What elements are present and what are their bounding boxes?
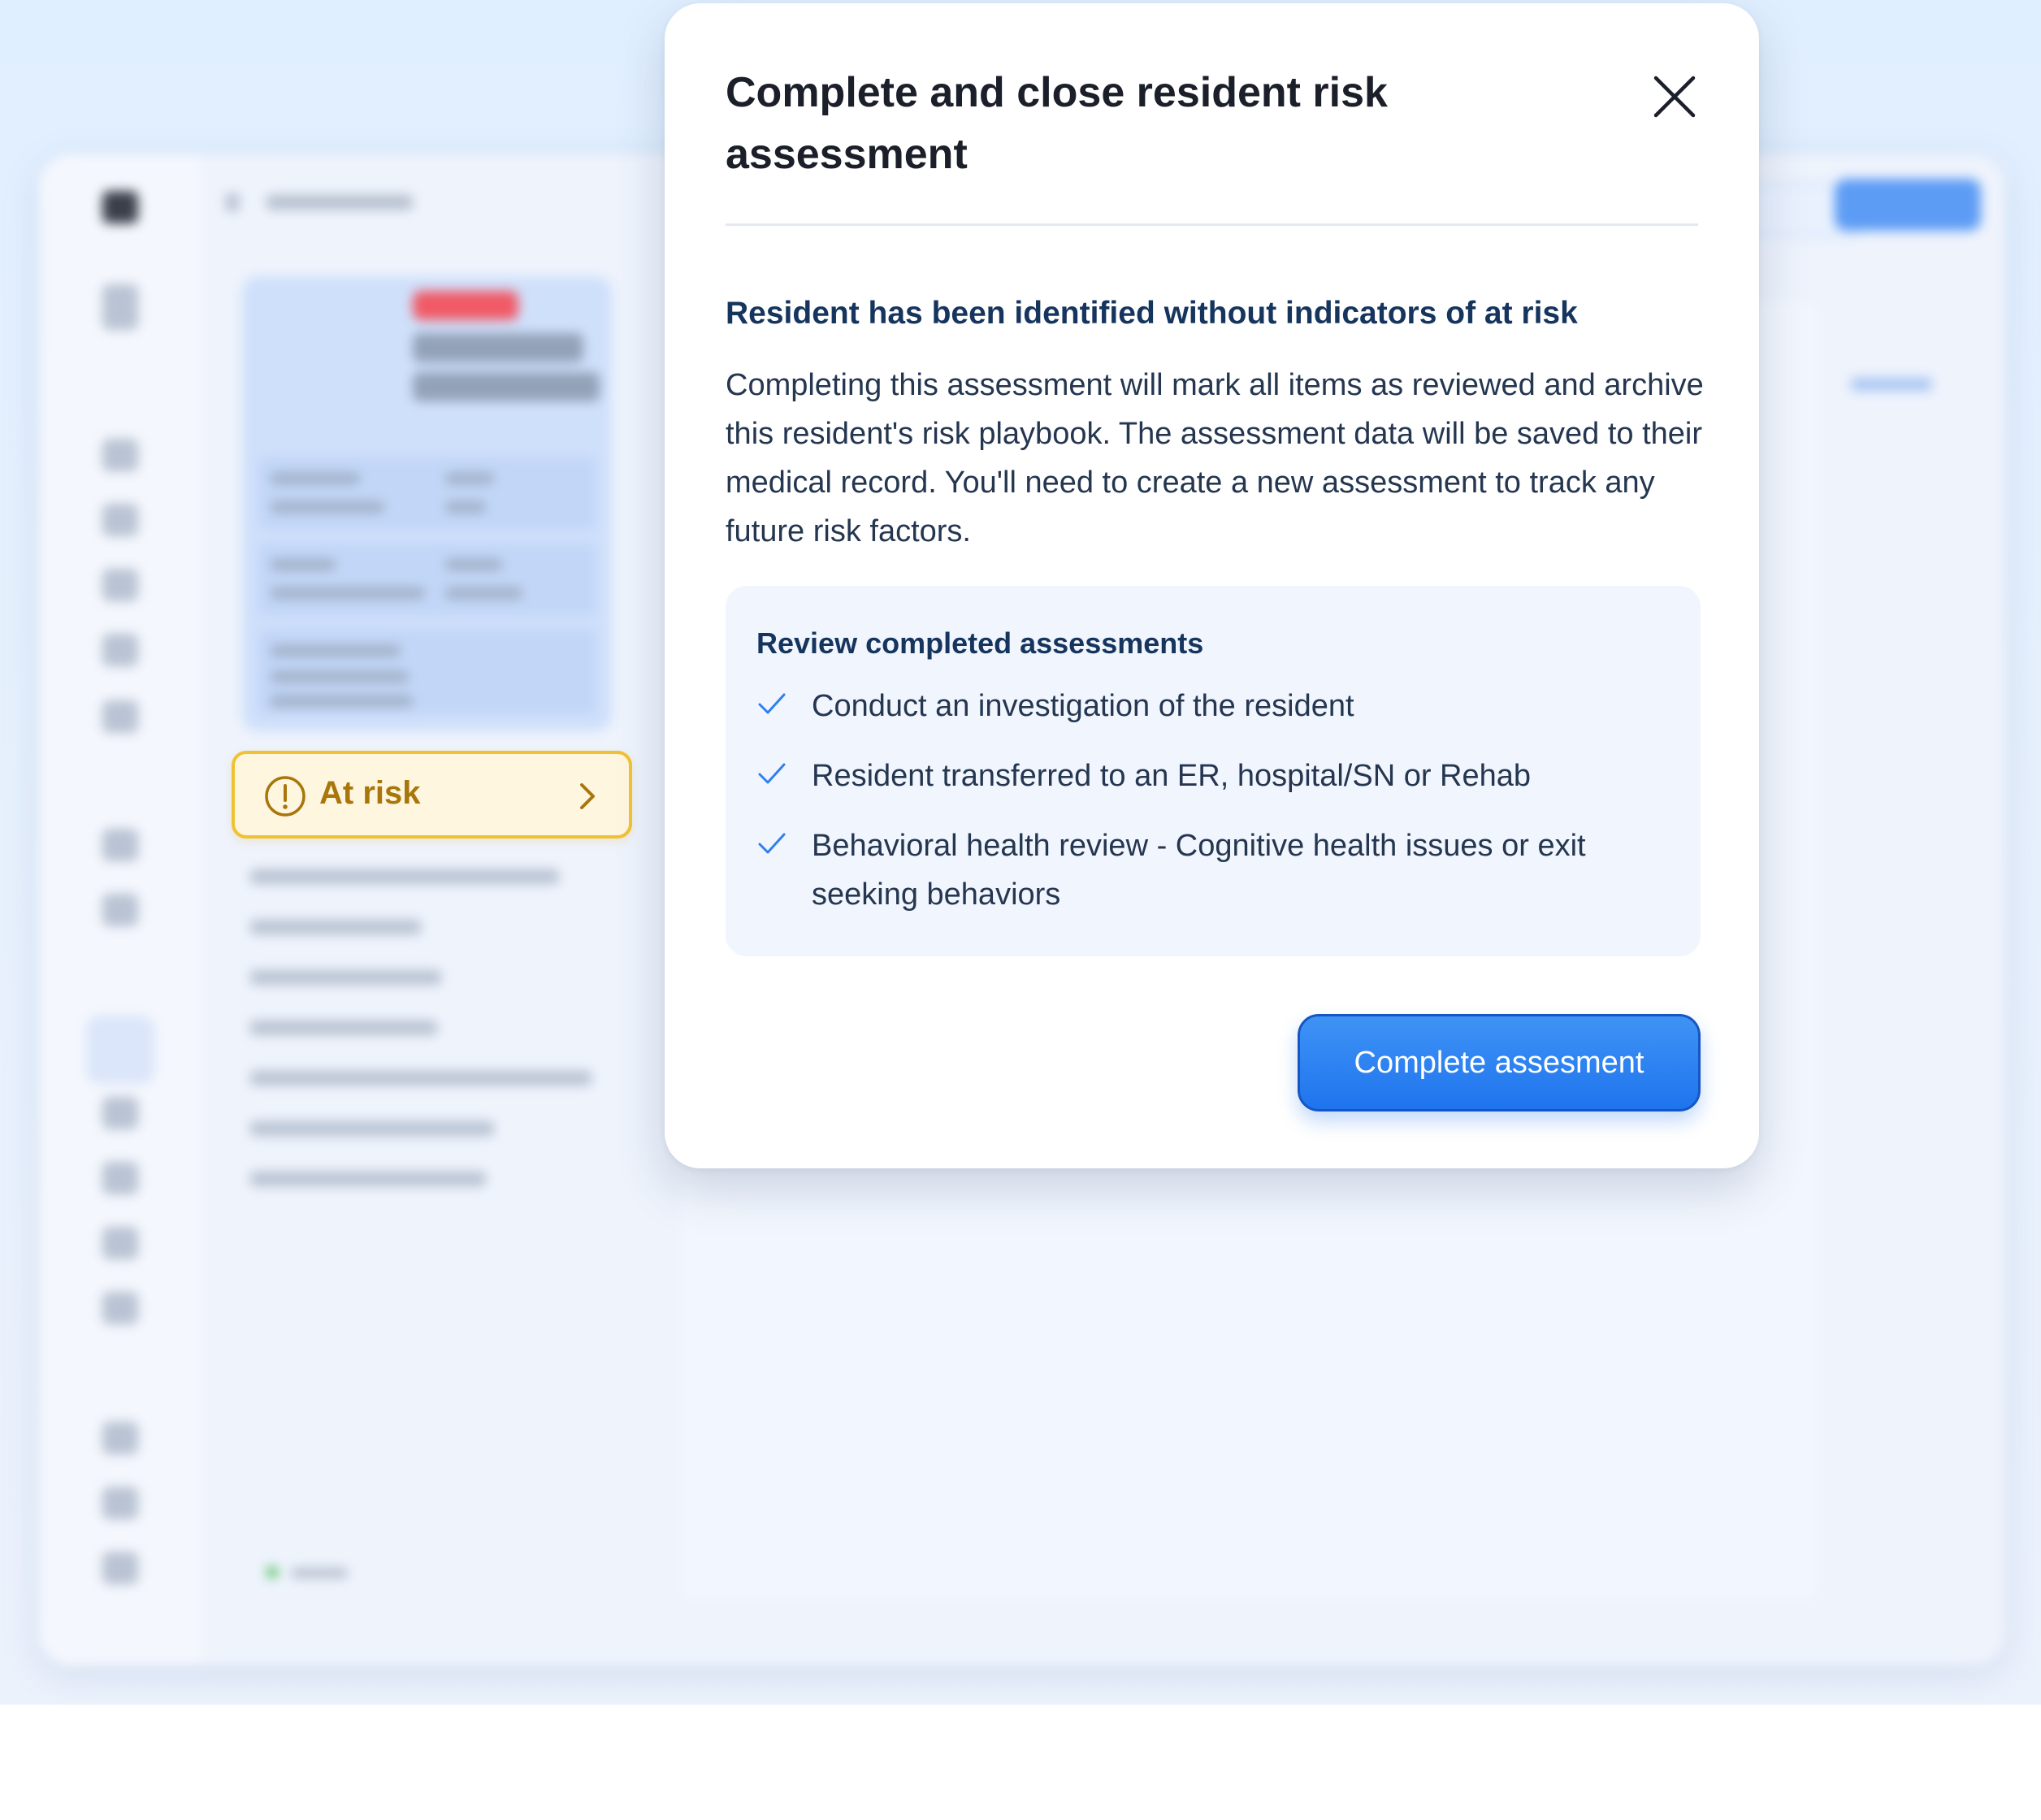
- exclamation-circle-icon: [265, 776, 306, 817]
- modal-title: Complete and close resident risk assessm…: [726, 69, 1388, 178]
- nav-grid-icon: [102, 439, 138, 471]
- complete-assessment-button[interactable]: Complete assesment: [1298, 1014, 1701, 1112]
- blurred-link: [1851, 378, 1932, 391]
- blurred-list-item: [250, 1121, 494, 1136]
- header-primary-button: [1835, 179, 1981, 231]
- nav-file-icon: [102, 894, 138, 926]
- nav-phone-icon: [102, 1552, 138, 1584]
- blurred-status-text: [291, 1568, 348, 1578]
- review-item-label: Conduct an investigation of the resident: [812, 689, 1354, 723]
- review-item-label: Resident transferred to an ER, hospital/…: [812, 759, 1532, 793]
- chevron-right-icon: [580, 783, 595, 809]
- resident-status-badge: [413, 291, 518, 320]
- blurred-list-item: [250, 1172, 486, 1186]
- profile-detail-row: [258, 543, 596, 616]
- app-sidebar: [39, 154, 202, 1666]
- resident-first-name: [413, 333, 583, 362]
- checkmark-icon: [758, 833, 786, 854]
- blurred-list-item: [250, 920, 421, 934]
- review-completed-assessments-panel: Review completed assessments Conduct an …: [726, 586, 1701, 956]
- checkmark-icon: [758, 763, 786, 784]
- facility-image-icon: [102, 284, 138, 330]
- nav-settings-icon: [102, 1422, 138, 1454]
- at-risk-status-chip[interactable]: At risk: [232, 751, 632, 838]
- nav-people-icon: [102, 569, 138, 601]
- blurred-list-item: [250, 970, 441, 985]
- nav-active-highlight: [86, 1016, 154, 1084]
- modal-description: Completing this assessment will mark all…: [726, 368, 1704, 548]
- modal-subheading: Resident has been identified without ind…: [726, 296, 1578, 331]
- profile-detail-row: [258, 457, 596, 530]
- nav-calendar-icon: [102, 829, 138, 861]
- nav-medkit-icon: [102, 1097, 138, 1129]
- close-icon[interactable]: [1646, 68, 1703, 125]
- review-panel-title: Review completed assessments: [756, 626, 1204, 660]
- profile-contact-row: [258, 629, 596, 715]
- breadcrumb: [266, 195, 413, 210]
- nav-clipboard-icon: [102, 1227, 138, 1259]
- modal-divider: [726, 223, 1698, 226]
- nav-chart-icon: [102, 504, 138, 536]
- complete-assessment-modal: Complete and close resident risk assessm…: [665, 3, 1759, 1168]
- nav-table-icon: [102, 1292, 138, 1324]
- back-arrow-icon: [226, 193, 239, 211]
- nav-lock-icon: [102, 1487, 138, 1519]
- resident-last-name: [413, 372, 600, 401]
- nav-checklist-icon: [102, 1162, 138, 1194]
- resident-avatar: [258, 291, 401, 441]
- blurred-list-item: [250, 1020, 437, 1035]
- blurred-list-item: [250, 1071, 592, 1086]
- online-status-dot: [266, 1566, 278, 1578]
- review-item-label: Behavioral health review - Cognitive hea…: [812, 829, 1586, 912]
- nav-document-icon: [102, 634, 138, 666]
- resident-profile-card: [242, 276, 612, 731]
- checkmark-icon: [758, 693, 786, 714]
- app-logo-icon: [102, 191, 138, 223]
- nav-media-icon: [102, 700, 138, 733]
- blurred-list-item: [250, 869, 559, 884]
- at-risk-label: At risk: [319, 775, 421, 811]
